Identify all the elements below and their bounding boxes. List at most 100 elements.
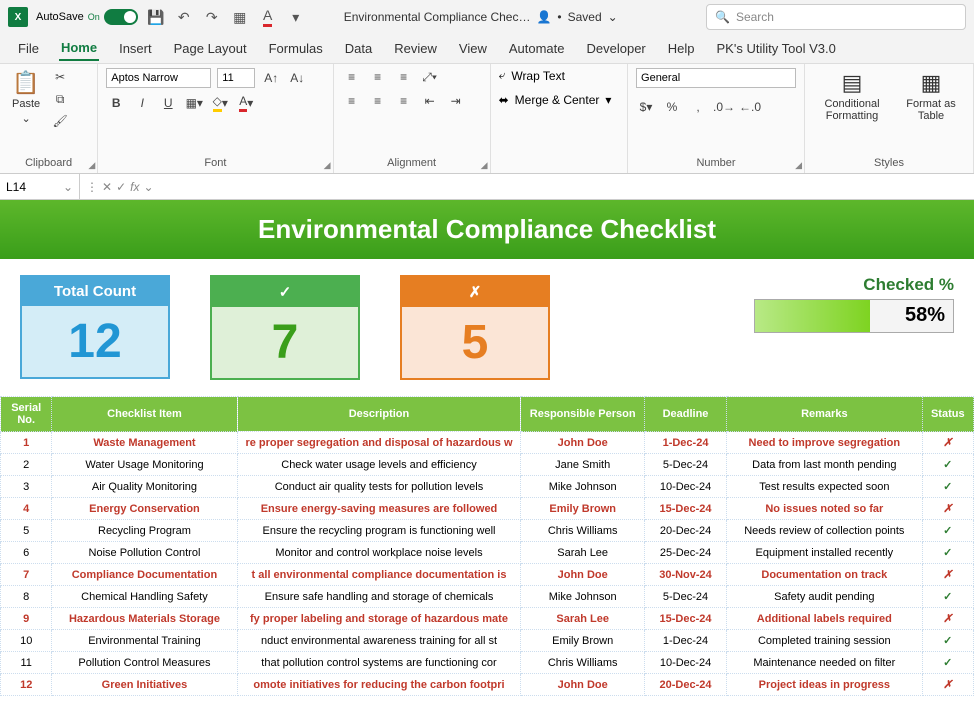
align-right-icon[interactable]: ≡ (394, 92, 414, 110)
cell[interactable]: John Doe (521, 564, 644, 586)
font-color-icon[interactable]: A▾ (236, 94, 256, 112)
cell[interactable]: Water Usage Monitoring (52, 454, 237, 476)
tab-page-layout[interactable]: Page Layout (172, 37, 249, 60)
menu-icon[interactable]: ⋮ (86, 180, 98, 194)
col-header[interactable]: Responsible Person (521, 397, 644, 432)
col-header[interactable]: Remarks (727, 397, 922, 432)
name-box[interactable]: L14 ⌄ (0, 174, 80, 199)
cell[interactable]: Completed training session (727, 630, 922, 652)
cell[interactable]: nduct environmental awareness training f… (237, 630, 521, 652)
formula-input[interactable] (160, 174, 974, 199)
table-row[interactable]: 7Compliance Documentationt all environme… (1, 564, 974, 586)
cell[interactable]: ✓ (922, 586, 973, 608)
cell[interactable]: Green Initiatives (52, 674, 237, 696)
cell[interactable]: re proper segregation and disposal of ha… (237, 432, 521, 454)
cell[interactable]: Conduct air quality tests for pollution … (237, 476, 521, 498)
cell[interactable]: Jane Smith (521, 454, 644, 476)
chevron-down-icon[interactable]: ⌄ (143, 180, 153, 194)
cell[interactable]: 5 (1, 520, 52, 542)
cell[interactable]: omote initiatives for reducing the carbo… (237, 674, 521, 696)
cell[interactable]: t all environmental compliance documenta… (237, 564, 521, 586)
tab-insert[interactable]: Insert (117, 37, 154, 60)
cell[interactable]: 15-Dec-24 (644, 608, 726, 630)
table-row[interactable]: 12Green Initiativesomote initiatives for… (1, 674, 974, 696)
font-family-select[interactable] (106, 68, 211, 88)
cell[interactable]: 20-Dec-24 (644, 520, 726, 542)
cell[interactable]: Needs review of collection points (727, 520, 922, 542)
cell[interactable]: 5-Dec-24 (644, 586, 726, 608)
confirm-icon[interactable]: ✓ (116, 180, 126, 194)
cell[interactable]: Hazardous Materials Storage (52, 608, 237, 630)
cell[interactable]: fy proper labeling and storage of hazard… (237, 608, 521, 630)
tab-formulas[interactable]: Formulas (267, 37, 325, 60)
cell[interactable]: 1-Dec-24 (644, 432, 726, 454)
cell[interactable]: Mike Johnson (521, 586, 644, 608)
cell[interactable]: 4 (1, 498, 52, 520)
col-header[interactable]: Serial No. (1, 397, 52, 432)
borders-icon[interactable]: ▦▾ (184, 94, 204, 112)
cell[interactable]: Safety audit pending (727, 586, 922, 608)
checklist-table[interactable]: Serial No.Checklist ItemDescriptionRespo… (0, 396, 974, 696)
number-format-select[interactable] (636, 68, 796, 88)
cell[interactable]: 7 (1, 564, 52, 586)
grid-icon[interactable]: ▦ (230, 7, 250, 27)
table-row[interactable]: 6Noise Pollution ControlMonitor and cont… (1, 542, 974, 564)
cell[interactable]: 5-Dec-24 (644, 454, 726, 476)
dialog-launcher-icon[interactable]: ◢ (88, 160, 95, 171)
increase-decimal-icon[interactable]: .0→ (714, 98, 734, 116)
cell[interactable]: Chris Williams (521, 520, 644, 542)
cell[interactable]: Energy Conservation (52, 498, 237, 520)
tab-home[interactable]: Home (59, 36, 99, 61)
cell[interactable]: Ensure energy-saving measures are follow… (237, 498, 521, 520)
redo-icon[interactable]: ↷ (202, 7, 222, 27)
decrease-decimal-icon[interactable]: ←.0 (740, 98, 760, 116)
currency-icon[interactable]: $▾ (636, 98, 656, 116)
cell[interactable]: 1-Dec-24 (644, 630, 726, 652)
col-header[interactable]: Status (922, 397, 973, 432)
merge-center-button[interactable]: ⬌ Merge & Center ▾ (499, 93, 612, 107)
cell[interactable]: 12 (1, 674, 52, 696)
undo-icon[interactable]: ↶ (174, 7, 194, 27)
tab-review[interactable]: Review (392, 37, 439, 60)
align-top-icon[interactable]: ≡ (342, 68, 362, 86)
tab-help[interactable]: Help (666, 37, 697, 60)
table-row[interactable]: 5Recycling ProgramEnsure the recycling p… (1, 520, 974, 542)
cell[interactable]: Additional labels required (727, 608, 922, 630)
cell[interactable]: Test results expected soon (727, 476, 922, 498)
cell[interactable]: Documentation on track (727, 564, 922, 586)
table-row[interactable]: 3Air Quality MonitoringConduct air quali… (1, 476, 974, 498)
fx-icon[interactable]: fx (130, 180, 139, 194)
percent-icon[interactable]: % (662, 98, 682, 116)
cell[interactable]: 1 (1, 432, 52, 454)
col-header[interactable]: Checklist Item (52, 397, 237, 432)
chevron-down-icon[interactable]: ⌄ (63, 180, 73, 194)
cell[interactable]: 15-Dec-24 (644, 498, 726, 520)
fill-color-icon[interactable]: ◇▾ (210, 94, 230, 112)
cell[interactable]: Sarah Lee (521, 542, 644, 564)
cell[interactable]: Data from last month pending (727, 454, 922, 476)
dialog-launcher-icon[interactable]: ◢ (324, 160, 331, 171)
cell[interactable]: Need to improve segregation (727, 432, 922, 454)
tab-pk-s-utility-tool-v3-0[interactable]: PK's Utility Tool V3.0 (715, 37, 838, 60)
cell[interactable]: 10-Dec-24 (644, 652, 726, 674)
dialog-launcher-icon[interactable]: ◢ (795, 160, 802, 171)
cell[interactable]: ✗ (922, 674, 973, 696)
cell[interactable]: 11 (1, 652, 52, 674)
cell[interactable]: Maintenance needed on filter (727, 652, 922, 674)
cell[interactable]: Noise Pollution Control (52, 542, 237, 564)
dialog-launcher-icon[interactable]: ◢ (481, 160, 488, 171)
cell[interactable]: Compliance Documentation (52, 564, 237, 586)
cell[interactable]: Check water usage levels and efficiency (237, 454, 521, 476)
cell[interactable]: 25-Dec-24 (644, 542, 726, 564)
cell[interactable]: Mike Johnson (521, 476, 644, 498)
cell[interactable]: No issues noted so far (727, 498, 922, 520)
cell[interactable]: ✓ (922, 542, 973, 564)
font-size-select[interactable] (217, 68, 255, 88)
cell[interactable]: 6 (1, 542, 52, 564)
col-header[interactable]: Deadline (644, 397, 726, 432)
cell[interactable]: Chris Williams (521, 652, 644, 674)
format-painter-icon[interactable]: 🖌 (50, 112, 70, 130)
tab-view[interactable]: View (457, 37, 489, 60)
table-row[interactable]: 9Hazardous Materials Storagefy proper la… (1, 608, 974, 630)
cell[interactable]: Environmental Training (52, 630, 237, 652)
